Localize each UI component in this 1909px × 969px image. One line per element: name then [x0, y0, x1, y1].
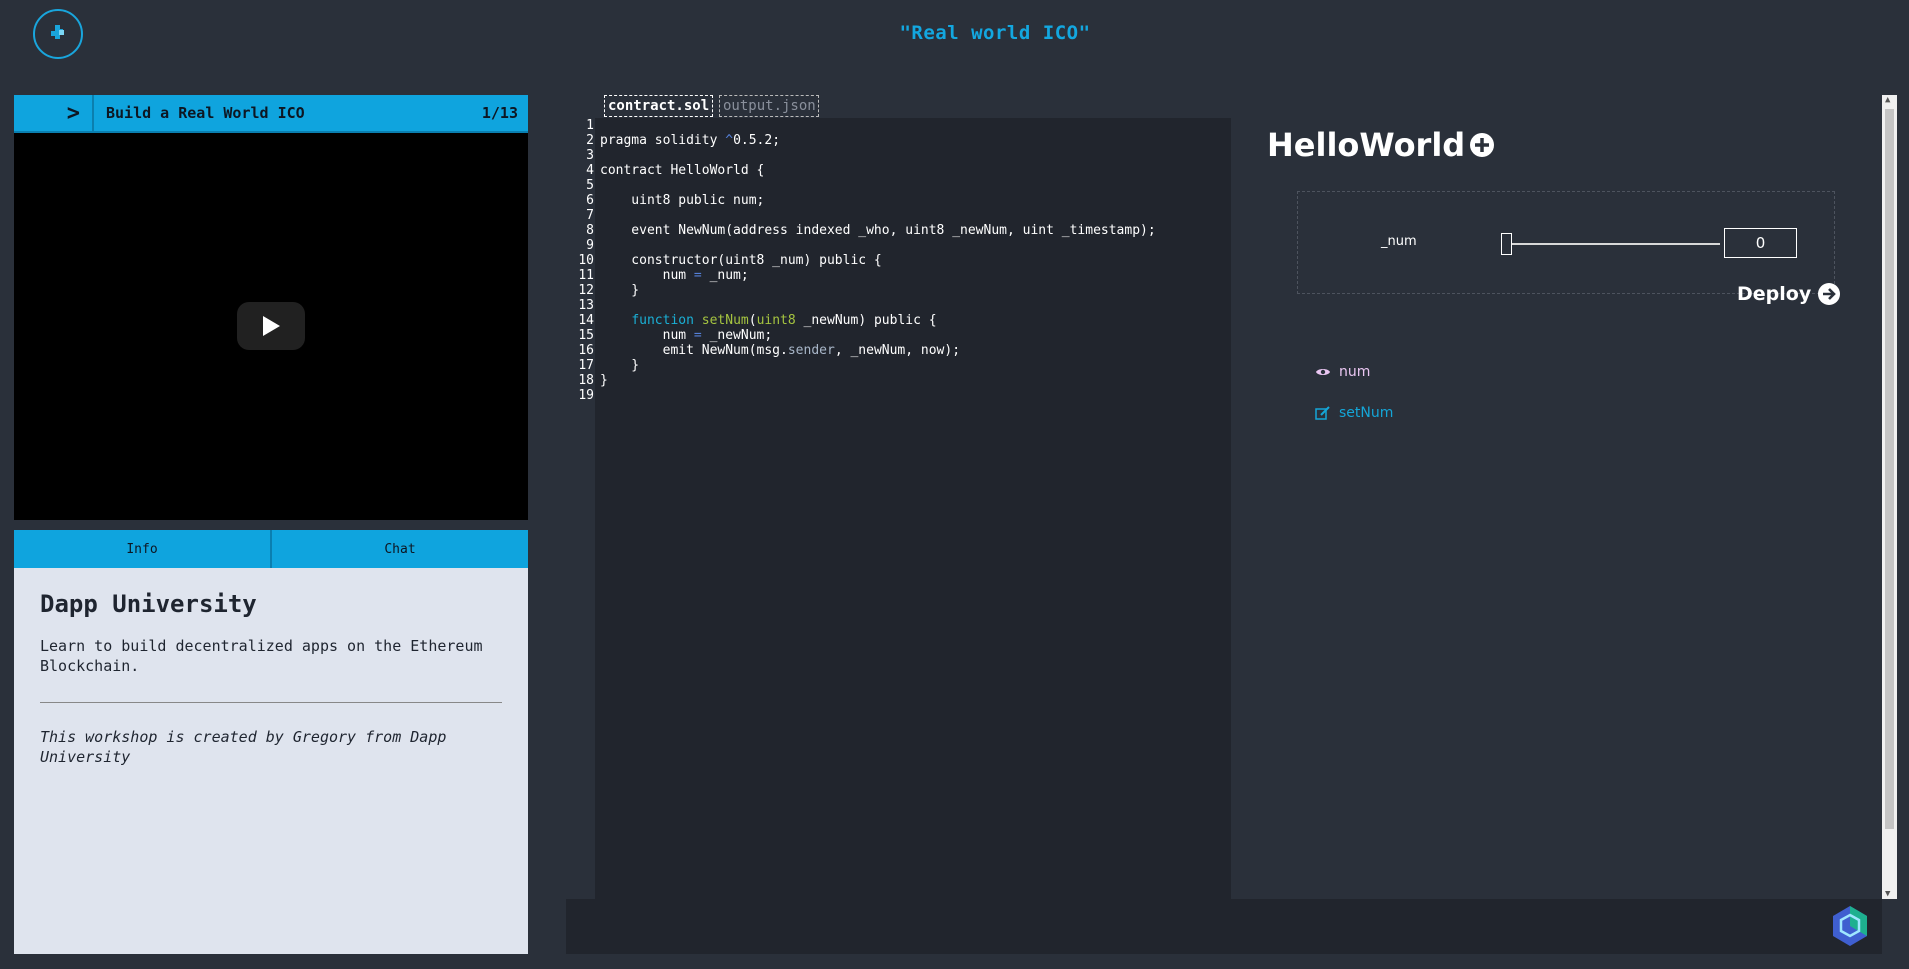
code-line: }	[600, 283, 640, 298]
arrow-circle-right-icon	[1818, 283, 1841, 305]
code-editor[interactable]: pragma solidity ^0.5.2; contract HelloWo…	[595, 118, 1231, 899]
info-credit: This workshop is created by Gregory from…	[40, 728, 447, 766]
param-label: _num	[1381, 234, 1417, 249]
line-number: 13	[578, 298, 594, 313]
code-line: pragma solidity ^0.5.2;	[600, 133, 781, 148]
code-line: contract HelloWorld {	[600, 163, 765, 178]
code-line: }	[600, 358, 640, 373]
code-line: }	[600, 373, 608, 388]
code-line: uint8 public num;	[600, 193, 765, 208]
line-number: 12	[578, 283, 594, 298]
deploy-label: Deploy	[1737, 283, 1812, 305]
tab-chat[interactable]: Chat	[272, 530, 528, 568]
line-number: 11	[578, 268, 594, 283]
info-panel: Dapp University Learn to build decentral…	[14, 568, 528, 954]
contract-name: HelloWorld	[1267, 126, 1466, 164]
code-line: emit NewNum(msg.sender, _newNum, now);	[600, 343, 961, 358]
video-header: > Build a Real World ICO 1/13	[14, 95, 528, 133]
play-icon	[263, 316, 280, 336]
scrollbar[interactable]: ▲ ▼	[1882, 95, 1897, 899]
divider	[40, 702, 502, 703]
panel-tabs: Info Chat	[14, 530, 528, 568]
step-counter: 1/13	[481, 104, 518, 122]
eye-icon	[1316, 369, 1330, 375]
video-player[interactable]	[14, 133, 528, 520]
edit-icon	[1315, 406, 1330, 420]
line-number: 16	[578, 343, 594, 358]
code-line: num = _newNum;	[600, 328, 773, 343]
info-description: Learn to build decentralized apps on the…	[40, 637, 483, 675]
constructor-params: _num	[1297, 191, 1835, 294]
line-number: 19	[578, 388, 594, 403]
line-number: 7	[586, 208, 594, 223]
info-heading: Dapp University	[40, 590, 257, 618]
line-number: 6	[586, 193, 594, 208]
line-number: 2	[586, 133, 594, 148]
num-slider-thumb[interactable]	[1501, 233, 1512, 255]
num-slider-track	[1503, 243, 1720, 245]
expand-button[interactable]: >	[14, 95, 94, 131]
tab-output-json[interactable]: output.json	[719, 95, 819, 117]
line-number: 17	[578, 358, 594, 373]
line-number: 14	[578, 313, 594, 328]
line-number: 18	[578, 373, 594, 388]
num-input[interactable]	[1724, 228, 1797, 258]
method-label: num	[1339, 364, 1371, 380]
line-number: 5	[586, 178, 594, 193]
method-setnum[interactable]: setNum	[1315, 405, 1393, 421]
line-number: 9	[586, 238, 594, 253]
tab-info[interactable]: Info	[14, 530, 272, 568]
scroll-up-icon[interactable]: ▲	[1885, 95, 1890, 105]
line-numbers: 1 2 3 4 5 6 7 8 9 10 11 12 13 14 15 16 17 18 19	[566, 118, 594, 403]
deploy-button[interactable]: Deploy	[1737, 282, 1841, 306]
code-line: num = _num;	[600, 268, 749, 283]
scroll-down-icon[interactable]: ▼	[1885, 889, 1890, 899]
line-number: 4	[586, 163, 594, 178]
line-number: 1	[586, 118, 594, 133]
line-number: 3	[586, 148, 594, 163]
code-line: event NewNum(address indexed _who, uint8…	[600, 223, 1156, 238]
code-line: function setNum(uint8 _newNum) public {	[631, 313, 937, 328]
tab-contract-sol[interactable]: contract.sol	[604, 95, 713, 117]
code-line: constructor(uint8 _num) public {	[600, 253, 882, 268]
contract-title: HelloWorld	[1267, 126, 1495, 164]
page-title: "Real world ICO"	[899, 22, 1091, 44]
method-num[interactable]: num	[1315, 364, 1370, 380]
chevron-right-icon: >	[66, 100, 80, 126]
method-label: setNum	[1339, 405, 1394, 421]
tutorial-title: Build a Real World ICO	[106, 104, 305, 122]
play-button[interactable]	[237, 302, 305, 350]
hexagon-badge-icon[interactable]	[1830, 904, 1870, 948]
console-panel	[566, 899, 1882, 954]
line-number: 15	[578, 328, 594, 343]
line-number: 10	[578, 253, 594, 268]
scrollbar-thumb[interactable]	[1885, 109, 1894, 829]
plus-circle-icon[interactable]	[1469, 132, 1495, 158]
line-number: 8	[586, 223, 594, 238]
